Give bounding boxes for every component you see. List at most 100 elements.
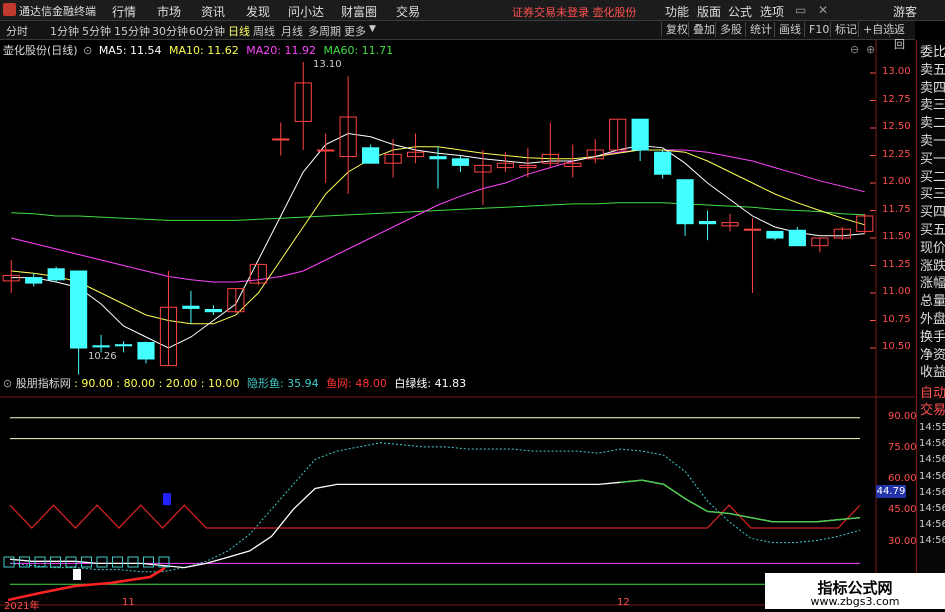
price-tick: 11.75: [882, 203, 911, 215]
indicator-tick: 75.00: [888, 442, 917, 453]
price-tick: 11.25: [882, 258, 911, 270]
indicator-tick: 90.00: [888, 410, 917, 422]
menu-formula[interactable]: 公式: [728, 3, 752, 20]
tool-back[interactable]: 返回: [889, 22, 915, 51]
price-tick: 13.00: [882, 66, 911, 77]
candle-down: [70, 270, 88, 349]
price-tick: 12.25: [882, 148, 911, 160]
dropdown-arrow-icon[interactable]: ▼: [369, 24, 376, 34]
minimize-icon[interactable]: ▭: [795, 3, 806, 17]
quote-label[interactable]: 买二: [920, 170, 945, 185]
candle-down: [25, 277, 43, 284]
price-tick: 10.50: [882, 341, 911, 352]
period-5min[interactable]: 5分钟: [82, 23, 111, 39]
candle-down: [92, 345, 110, 348]
tool-draw[interactable]: 画线: [774, 22, 805, 37]
signal-box: [50, 556, 61, 568]
candle-up: [317, 149, 335, 152]
tool-stats[interactable]: 统计: [745, 22, 776, 37]
menu-discover[interactable]: 发现: [246, 3, 270, 20]
period-day[interactable]: 日线: [228, 23, 250, 39]
quote-label[interactable]: 换手: [920, 330, 945, 345]
candle-down: [204, 309, 222, 313]
guest-label[interactable]: 游客: [893, 3, 917, 20]
quote-label[interactable]: 总量: [920, 294, 945, 309]
menu-wealth[interactable]: 财富圈: [341, 3, 377, 20]
quote-label[interactable]: 涨幅: [920, 276, 945, 291]
quote-label[interactable]: 卖一: [920, 134, 945, 149]
candle-down: [676, 179, 694, 225]
quote-label[interactable]: 外盘: [920, 312, 945, 327]
quote-label[interactable]: 收益: [920, 365, 945, 380]
menu-layout[interactable]: 版面: [697, 3, 721, 20]
quote-label[interactable]: 卖二: [920, 116, 945, 131]
price-tick: 10.75: [882, 313, 911, 325]
period-30min[interactable]: 30分钟: [152, 23, 188, 39]
login-warning: 证券交易未登录 壶化股份: [512, 6, 637, 19]
tool-multistock[interactable]: 多股: [715, 22, 746, 37]
period-1min[interactable]: 1分钟: [50, 23, 79, 39]
quote-label[interactable]: 卖三: [920, 98, 945, 113]
tick-time: 14:56: [919, 454, 945, 466]
candle-down: [654, 151, 672, 175]
signal-box: [3, 556, 15, 568]
tick-time: 14:56: [919, 519, 945, 531]
candle-down: [47, 268, 65, 281]
tick-time: 14:56: [919, 535, 945, 547]
price-tick: 12.00: [882, 176, 911, 187]
tick-time: 14:56: [919, 503, 945, 514]
period-15min[interactable]: 15分钟: [114, 23, 150, 39]
menu-trade[interactable]: 交易: [396, 3, 420, 20]
menu-function[interactable]: 功能: [665, 3, 689, 20]
quote-label[interactable]: 卖四: [920, 81, 945, 96]
bai-line-green: [620, 479, 861, 523]
price-tick: 11.50: [882, 231, 911, 242]
quote-label[interactable]: 卖五: [920, 63, 945, 78]
quote-auto-trade[interactable]: 自动: [920, 386, 945, 401]
quote-auto-trade[interactable]: 交易: [920, 403, 945, 418]
signal-box: [65, 556, 77, 568]
menu-hq[interactable]: 行情: [112, 3, 136, 20]
watermark: 指标公式网 www.zbgs3.com: [765, 573, 945, 609]
quote-label[interactable]: 买四: [920, 205, 945, 220]
quote-label[interactable]: 现价: [920, 241, 945, 256]
main-grid: [870, 72, 876, 349]
indicator-tick: 45.00: [888, 504, 917, 516]
tick-time: 14:55: [919, 422, 945, 433]
period-60min[interactable]: 60分钟: [189, 23, 225, 39]
quote-label[interactable]: 买五: [920, 223, 945, 238]
menu-news[interactable]: 资讯: [201, 3, 225, 20]
candle-down: [362, 147, 380, 164]
quote-panel: 委比卖五卖四卖三卖二卖一买一买二买三买四买五现价涨跌涨幅总量外盘换手净资收益自动…: [916, 40, 945, 609]
period-week[interactable]: 周线: [253, 23, 275, 39]
candle-up: [743, 228, 762, 231]
menu-xiaoda[interactable]: 问小达: [288, 3, 324, 20]
yin-line: [9, 442, 861, 573]
price-tick: 12.75: [882, 93, 911, 105]
candle-down: [451, 158, 470, 166]
date-dec: 12: [617, 597, 630, 608]
period-fenshi[interactable]: 分时: [6, 23, 28, 39]
period-more[interactable]: 更多: [344, 23, 366, 39]
bai-line: [9, 479, 861, 569]
menu-options[interactable]: 选项: [760, 3, 784, 20]
quote-label[interactable]: 委比: [920, 45, 945, 60]
gou-line: [9, 504, 861, 529]
quote-label[interactable]: 买三: [920, 187, 945, 202]
candle-down: [137, 342, 155, 360]
indicator-tick: 30.00: [888, 535, 917, 547]
quote-label[interactable]: 买一: [920, 152, 945, 167]
app-title: 通达信金融终端: [19, 5, 96, 18]
quote-label[interactable]: 净资: [920, 348, 945, 363]
period-bar: 分时 1分钟 5分钟 15分钟 30分钟 60分钟 日线 周线 月线 多周期 更…: [0, 21, 915, 51]
menu-market[interactable]: 市场: [157, 3, 181, 20]
tool-mark[interactable]: 标记: [830, 22, 861, 37]
signal-box: [112, 556, 123, 568]
date-nov: 11: [122, 597, 135, 608]
close-icon[interactable]: ✕: [818, 3, 828, 17]
tool-f10[interactable]: F10: [804, 22, 833, 37]
chart-area[interactable]: [0, 40, 915, 609]
quote-label[interactable]: 涨跌: [920, 259, 945, 274]
period-month[interactable]: 月线: [281, 23, 303, 39]
period-multi[interactable]: 多周期: [308, 23, 341, 39]
